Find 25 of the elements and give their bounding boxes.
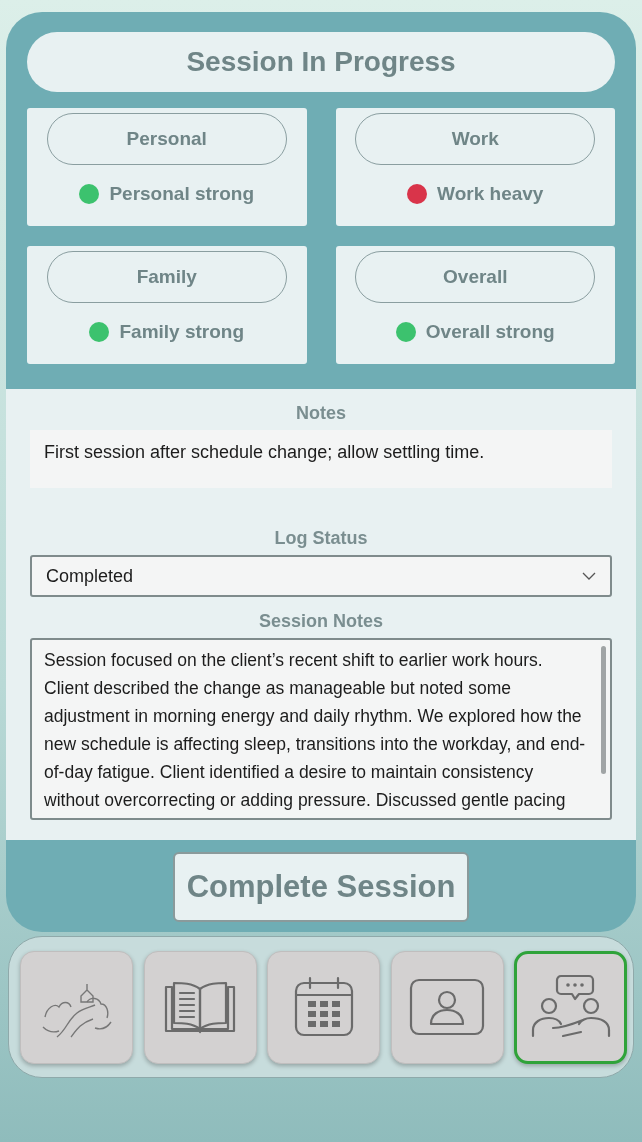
nav-button[interactable] — [390, 950, 504, 1064]
area-button[interactable]: Overall — [355, 251, 596, 303]
log-status-label: Log Status — [273, 528, 369, 549]
area-button[interactable]: Work — [355, 113, 596, 165]
scrollbar[interactable] — [601, 646, 606, 774]
log-status-dropdown[interactable]: Completed — [30, 555, 612, 597]
profile-icon — [409, 978, 485, 1036]
nav-button[interactable] — [267, 950, 380, 1064]
session-notes-field[interactable]: Session focused on the client’s recent shift to earlier work hours. Client described the change as manageable but noted some adjustment in morning energy and daily rhythm. We explored how the new schedule is affecting sleep, transitions into the workday, and end-of-day fatigue. Client identified a desire to maintain consistency without overcorrecting or adding pressure. Discussed gentle pacing — [30, 638, 612, 820]
session-notes-label: Session Notes — [257, 611, 384, 632]
area-button[interactable]: Family — [46, 251, 287, 303]
nav-button[interactable] — [143, 950, 257, 1064]
nav-button[interactable] — [20, 950, 133, 1064]
notes-field[interactable]: First session after schedule change; allow settling time. — [30, 430, 612, 488]
chevron-down-icon — [582, 572, 596, 580]
session-title: Session In Progress — [27, 32, 615, 92]
status-text: Family strong — [119, 321, 245, 343]
meeting-icon — [530, 974, 611, 1040]
status-text: Personal strong — [109, 183, 255, 205]
status-text: Work heavy — [437, 183, 544, 205]
status-text: Overall strong — [425, 321, 555, 343]
complete-session-button[interactable]: Complete Session — [172, 852, 470, 922]
nav-button[interactable] — [514, 950, 627, 1064]
notes-label: Notes — [295, 403, 347, 424]
area-button[interactable]: Personal — [46, 113, 287, 165]
